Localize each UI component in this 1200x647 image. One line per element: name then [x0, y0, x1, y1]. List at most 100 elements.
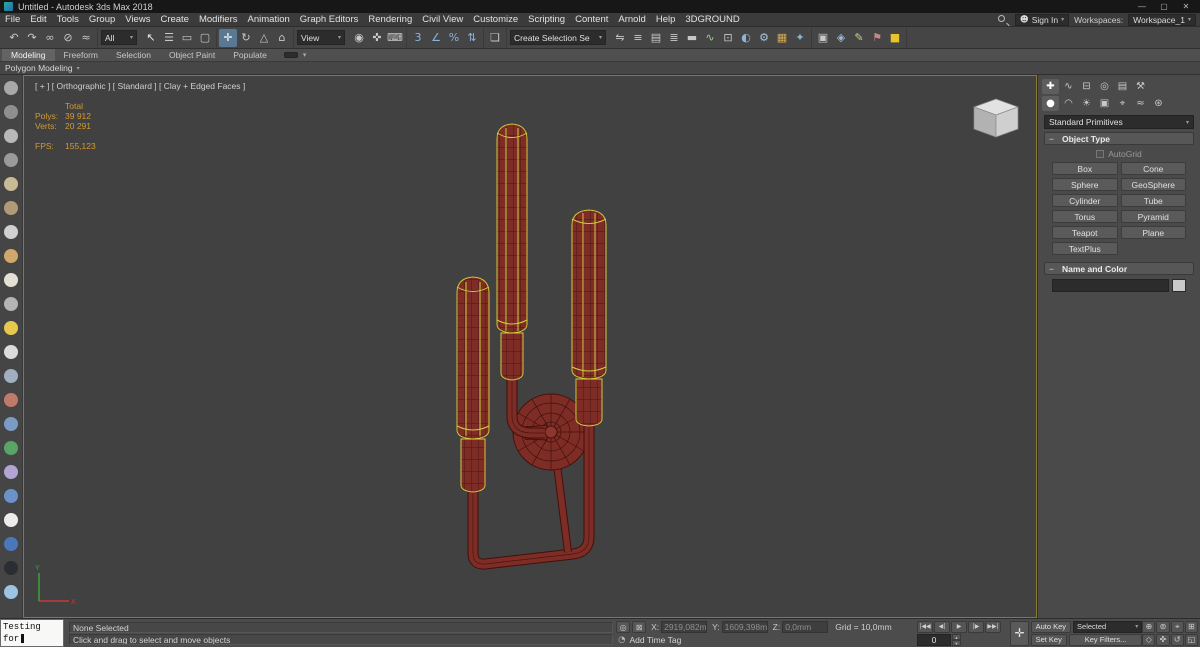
object-name-input[interactable]: [1052, 279, 1169, 292]
object-type-button[interactable]: Teapot: [1052, 226, 1118, 239]
menu-item[interactable]: Rendering: [363, 13, 417, 27]
left-toolbar-tool-icon[interactable]: [4, 105, 18, 119]
left-toolbar-tool-icon[interactable]: [4, 177, 18, 191]
menu-item[interactable]: Group: [84, 13, 120, 27]
menu-item[interactable]: Civil View: [417, 13, 468, 27]
angle-snap-icon[interactable]: ∠: [427, 29, 445, 47]
cameras-category-icon[interactable]: ▣: [1096, 96, 1113, 111]
display-tab-icon[interactable]: ▤: [1114, 79, 1131, 94]
orbit-icon[interactable]: ↺: [1170, 633, 1184, 646]
select-and-scale-icon[interactable]: △: [255, 29, 273, 47]
left-toolbar-tool-icon[interactable]: [4, 585, 18, 599]
menu-item[interactable]: Tools: [52, 13, 84, 27]
ribbon-tab[interactable]: Modeling: [2, 49, 55, 61]
view-cube[interactable]: [972, 98, 1020, 138]
plugin-tool-icon[interactable]: ⚑: [868, 29, 886, 47]
autogrid-checkbox[interactable]: [1096, 150, 1105, 158]
left-toolbar-tool-icon[interactable]: [4, 153, 18, 167]
percent-snap-icon[interactable]: %: [445, 29, 463, 47]
menu-item[interactable]: Edit: [25, 13, 51, 27]
object-type-button[interactable]: Tube: [1120, 194, 1186, 207]
ribbon-tab[interactable]: Freeform: [55, 49, 107, 61]
workspace-dropdown[interactable]: Workspace_1 ▾: [1128, 13, 1196, 26]
current-frame-field[interactable]: 0: [917, 633, 951, 646]
left-toolbar-tool-icon[interactable]: [4, 345, 18, 359]
maximize-viewport-icon[interactable]: ◱: [1184, 633, 1198, 646]
shapes-category-icon[interactable]: ◠: [1060, 96, 1077, 111]
left-toolbar-tool-icon[interactable]: [4, 273, 18, 287]
viewport-label[interactable]: [ + ] [ Orthographic ] [ Standard ] [ Cl…: [35, 81, 245, 91]
previous-frame-button[interactable]: ◀|: [934, 620, 950, 633]
select-and-manipulate-icon[interactable]: ✜: [368, 29, 386, 47]
set-keys-button[interactable]: ✛: [1010, 620, 1030, 646]
pan-icon[interactable]: ✜: [1156, 633, 1170, 646]
reference-coordinate-dropdown[interactable]: View ▾: [297, 30, 345, 45]
left-toolbar-tool-icon[interactable]: [4, 441, 18, 455]
undo-icon[interactable]: ↶: [5, 29, 23, 47]
zoom-extents-icon[interactable]: ⌖: [1170, 620, 1184, 633]
left-toolbar-tool-icon[interactable]: [4, 489, 18, 503]
create-tab-icon[interactable]: ✚: [1042, 79, 1059, 94]
layer-explorer-icon[interactable]: ≣: [665, 29, 683, 47]
auto-key-button[interactable]: Auto Key: [1030, 620, 1072, 633]
viewport-canvas[interactable]: X Y: [23, 75, 1037, 618]
object-type-button[interactable]: TextPlus: [1052, 242, 1118, 255]
key-filters-button[interactable]: Key Filters...: [1068, 633, 1143, 646]
civil-view-tool-icon[interactable]: ◈: [832, 29, 850, 47]
object-type-button[interactable]: Sphere: [1052, 178, 1118, 191]
utilities-tab-icon[interactable]: ⚒: [1132, 79, 1149, 94]
select-object-icon[interactable]: ↖: [142, 29, 160, 47]
menu-item[interactable]: File: [0, 13, 25, 27]
menu-item[interactable]: Views: [120, 13, 155, 27]
left-toolbar-tool-icon[interactable]: [4, 513, 18, 527]
left-toolbar-tool-icon[interactable]: [4, 201, 18, 215]
polygon-modeling-panel[interactable]: Polygon Modeling: [5, 63, 73, 73]
left-toolbar-tool-icon[interactable]: [4, 465, 18, 479]
viewport[interactable]: X Y [ + ] [ Orthographic ] [ Standard ] …: [23, 75, 1037, 618]
object-type-button[interactable]: Torus: [1052, 210, 1118, 223]
select-and-place-icon[interactable]: ⌂: [273, 29, 291, 47]
keyboard-shortcut-override-icon[interactable]: ⌨: [386, 29, 404, 47]
selection-lock-icon[interactable]: ⊠: [632, 620, 647, 633]
left-toolbar-tool-icon[interactable]: [4, 225, 18, 239]
play-button[interactable]: ▶: [951, 620, 967, 633]
minimize-button[interactable]: —: [1132, 1, 1152, 13]
helpers-category-icon[interactable]: ⌖: [1114, 96, 1131, 111]
systems-category-icon[interactable]: ⊛: [1150, 96, 1167, 111]
scene-explorer-icon[interactable]: ▤: [647, 29, 665, 47]
key-mode-dropdown[interactable]: Selected ▾: [1073, 620, 1143, 633]
primitives-category-dropdown[interactable]: Standard Primitives ▾: [1044, 115, 1194, 129]
render-production-icon[interactable]: ✦: [791, 29, 809, 47]
menu-item[interactable]: Scripting: [523, 13, 570, 27]
redo-icon[interactable]: ↷: [23, 29, 41, 47]
floating-text-window[interactable]: Testing for: [0, 619, 64, 647]
object-type-button[interactable]: Cone: [1120, 162, 1186, 175]
render-setup-icon[interactable]: ⚙: [755, 29, 773, 47]
left-toolbar-tool-icon[interactable]: [4, 249, 18, 263]
select-and-rotate-icon[interactable]: ↻: [237, 29, 255, 47]
modify-tab-icon[interactable]: ∿: [1060, 79, 1077, 94]
select-and-move-icon[interactable]: ✛: [219, 28, 237, 47]
go-to-start-button[interactable]: |◀◀: [917, 620, 933, 633]
search-icon[interactable]: [997, 14, 1010, 26]
name-and-color-rollout-header[interactable]: − Name and Color: [1044, 262, 1194, 275]
spinner-snap-icon[interactable]: ⇅: [463, 29, 481, 47]
add-time-tag[interactable]: Add Time Tag: [629, 635, 681, 645]
menu-item[interactable]: Create: [155, 13, 194, 27]
menu-item[interactable]: Customize: [468, 13, 523, 27]
space-warps-category-icon[interactable]: ≈: [1132, 96, 1149, 111]
snaps-toggle-3d-icon[interactable]: 3: [409, 29, 427, 47]
isolate-selection-icon[interactable]: ◎: [616, 620, 631, 633]
z-coordinate-field[interactable]: 0,0mm: [782, 620, 829, 633]
middle-candle[interactable]: [496, 123, 528, 381]
bind-to-space-warp-icon[interactable]: ≈: [77, 29, 95, 47]
geometry-category-icon[interactable]: ●: [1042, 96, 1059, 111]
object-type-button[interactable]: Cylinder: [1052, 194, 1118, 207]
set-key-button[interactable]: Set Key: [1030, 633, 1067, 646]
use-pivot-point-center-icon[interactable]: ◉: [350, 29, 368, 47]
selection-filter-dropdown[interactable]: All ▾: [101, 30, 137, 45]
object-color-swatch[interactable]: [1172, 279, 1186, 292]
left-toolbar-tool-icon[interactable]: [4, 321, 18, 335]
object-type-button[interactable]: Pyramid: [1120, 210, 1186, 223]
select-by-name-icon[interactable]: ☰: [160, 29, 178, 47]
